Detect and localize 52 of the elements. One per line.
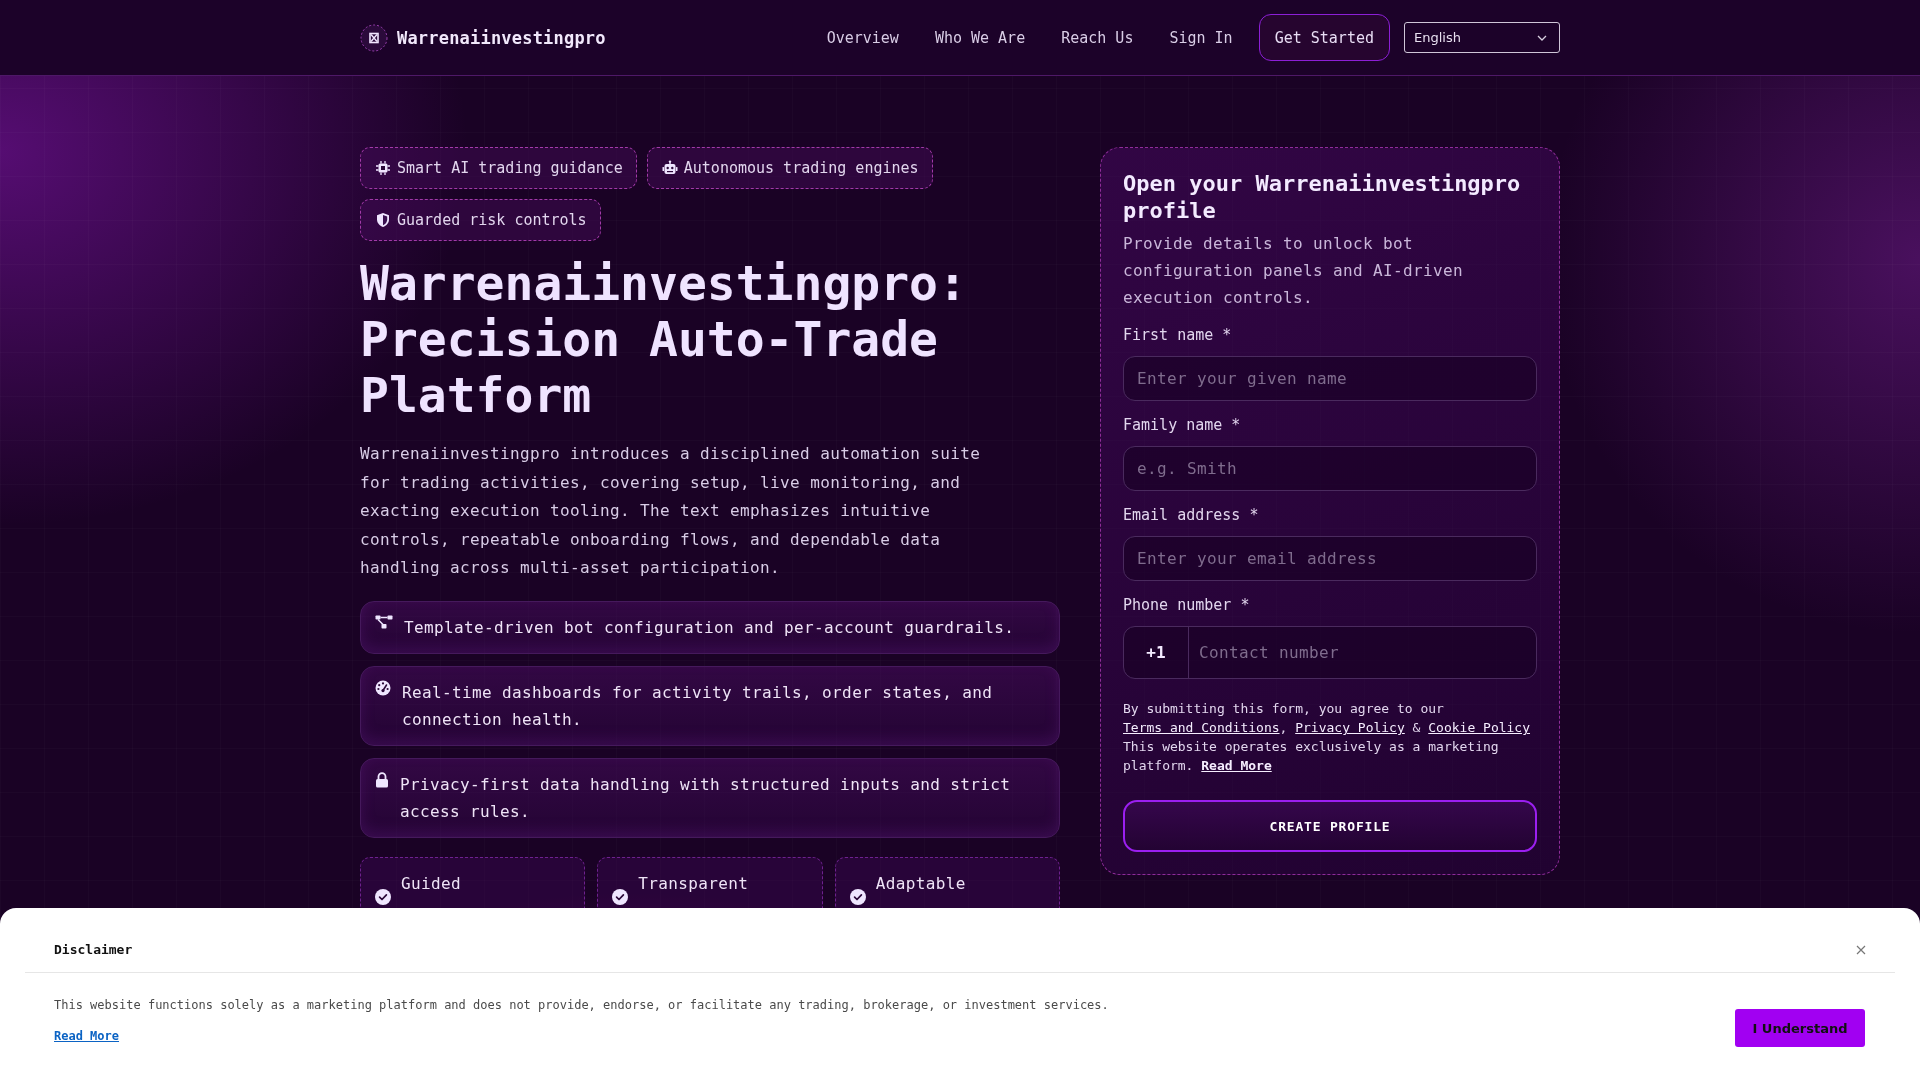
benefit-label: Adaptable — [875, 872, 966, 895]
benefit-label: Guided — [401, 872, 462, 895]
hero-title: Warrenaiinvestingpro: Precision Auto-Trade Platform — [360, 255, 968, 423]
read-more-link[interactable]: Read More — [1201, 758, 1272, 773]
gauge-icon — [375, 679, 391, 696]
hero-description: Warrenaiinvestingpro introduces a disciplined automation suite for trading activities, covering setup, live monitoring, and exacting execution tooling. The text emphasizes intuitive controls, repeatable onboarding flows, and dependable data handling across multi-asset participation. — [360, 443, 982, 579]
nav-link[interactable]: Who We Are — [934, 28, 1026, 47]
highlight-label: Smart AI trading guidance — [397, 159, 623, 177]
feature-text: Real-time dashboards for activity trails, order states, and connection health. — [402, 681, 994, 731]
policy-link[interactable]: Cookie Policy — [1428, 720, 1530, 735]
check-circle-icon — [849, 888, 866, 905]
disclaimer-text: This website functions solely as a marketing platform and does not provide, endorse, or facilitate any trading, brokerage, or investment services. — [54, 997, 1109, 1014]
feature-text: Privacy-first data handling with structured inputs and strict access rules. — [400, 773, 1012, 823]
check-circle-icon — [612, 888, 629, 905]
highlight-label: Autonomous trading engines — [683, 159, 919, 177]
nav-link[interactable]: Overview — [826, 28, 899, 47]
logo-icon[interactable] — [360, 23, 388, 52]
field-label: Family name * — [1123, 415, 1242, 435]
highlight-label: Guarded risk controls — [397, 211, 587, 229]
form-title: Open your Warrenaiinvestingpro profile — [1123, 170, 1522, 224]
form-subtitle: Provide details to unlock bot configuration panels and AI-driven execution controls. — [1123, 233, 1465, 309]
caret-icon — [1537, 34, 1547, 41]
close-button[interactable] — [1856, 945, 1866, 955]
create-profile-button[interactable]: CREATE PROFILE — [1123, 800, 1537, 852]
get-started-button[interactable]: Get Started — [1258, 14, 1390, 61]
disclaimer-title: Disclaimer — [54, 941, 133, 959]
close-icon — [1856, 945, 1866, 955]
phone-field[interactable]: +1 Contact number — [1123, 626, 1537, 679]
read-more-link[interactable]: Read More — [54, 1027, 120, 1045]
brand-name[interactable]: Warrenaiinvestingpro — [397, 27, 606, 48]
nav-link[interactable]: Sign In — [1169, 28, 1233, 47]
check-circle-icon — [375, 888, 391, 905]
feature-text: Template-driven bot configuration and per-account guardrails. — [404, 616, 1015, 639]
policy-link[interactable]: Terms and Conditions — [1123, 720, 1280, 735]
consent-text: By submitting this form, you agree to our Terms and Conditions, Privacy Policy & Cookie Policy This website operates exclusively as a marketing platform. Read More — [1123, 700, 1531, 775]
phone-input[interactable]: Contact number — [1189, 627, 1536, 678]
nodes-icon — [375, 614, 393, 629]
lock-icon — [375, 771, 389, 788]
chip-icon — [375, 160, 391, 176]
field-label: Email address * — [1123, 505, 1260, 525]
field-label: First name * — [1123, 325, 1233, 345]
country-code[interactable]: +1 — [1124, 627, 1189, 678]
field-label: Phone number * — [1123, 595, 1251, 615]
robot-icon — [661, 160, 678, 176]
shield-icon — [375, 212, 391, 228]
text-input[interactable]: e.g. Smith — [1123, 446, 1537, 491]
nav-link[interactable]: Reach Us — [1061, 28, 1134, 47]
text-input[interactable]: Enter your given name — [1123, 356, 1537, 401]
benefit-label: Transparent — [638, 872, 749, 895]
text-input[interactable]: Enter your email address — [1123, 536, 1537, 581]
language-select[interactable]: English — [1404, 22, 1560, 53]
policy-link[interactable]: Privacy Policy — [1295, 720, 1405, 735]
